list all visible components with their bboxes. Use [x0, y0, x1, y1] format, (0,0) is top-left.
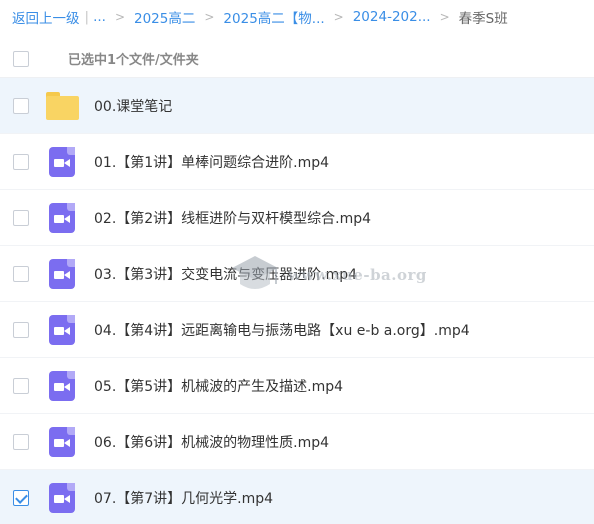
- breadcrumb-item[interactable]: 2024-202...: [353, 9, 431, 25]
- chevron-right-icon: >: [114, 10, 125, 24]
- breadcrumb-current: 春季S班: [458, 11, 508, 27]
- video-file-icon: [49, 203, 75, 233]
- file-list: 00.课堂笔记 01.【第1讲】单棒问题综合进阶.mp4 02.【第2讲】线框进…: [0, 78, 594, 524]
- row-checkbox-checked[interactable]: [13, 490, 29, 506]
- back-link[interactable]: 返回上一级: [12, 7, 80, 27]
- list-item[interactable]: 01.【第1讲】单棒问题综合进阶.mp4: [0, 134, 594, 190]
- folder-icon: [46, 92, 79, 120]
- selection-status: 已选中1个文件/文件夹: [68, 53, 199, 68]
- video-file-icon: [49, 147, 75, 177]
- row-checkbox[interactable]: [13, 434, 29, 450]
- video-file-icon: [49, 483, 75, 513]
- chevron-right-icon: >: [439, 10, 450, 24]
- file-name[interactable]: 02.【第2讲】线框进阶与双杆模型综合.mp4: [94, 208, 371, 228]
- list-item-folder[interactable]: 00.课堂笔记: [0, 78, 594, 134]
- breadcrumb-item[interactable]: 2025高二: [134, 7, 195, 27]
- video-file-icon: [49, 259, 75, 289]
- breadcrumb-item[interactable]: 2025高二【物...: [223, 7, 324, 27]
- list-item[interactable]: 03.【第3讲】交变电流与变压器进阶.mp4: [0, 246, 594, 302]
- breadcrumb-ellipsis[interactable]: ...: [93, 9, 106, 25]
- row-checkbox[interactable]: [13, 266, 29, 282]
- video-file-icon: [49, 315, 75, 345]
- file-name[interactable]: 01.【第1讲】单棒问题综合进阶.mp4: [94, 152, 329, 172]
- file-name[interactable]: 06.【第6讲】机械波的物理性质.mp4: [94, 432, 329, 452]
- breadcrumb: 返回上一级 | ... > 2025高二 > 2025高二【物... > 202…: [0, 0, 594, 34]
- file-name[interactable]: 04.【第4讲】远距离输电与振荡电路【xu e-b a.org】.mp4: [94, 320, 470, 340]
- row-checkbox[interactable]: [13, 210, 29, 226]
- select-all-checkbox[interactable]: [13, 51, 29, 67]
- chevron-right-icon: >: [333, 10, 344, 24]
- row-checkbox[interactable]: [13, 378, 29, 394]
- file-name[interactable]: 05.【第5讲】机械波的产生及描述.mp4: [94, 376, 343, 396]
- list-item[interactable]: 05.【第5讲】机械波的产生及描述.mp4: [0, 358, 594, 414]
- row-checkbox[interactable]: [13, 98, 29, 114]
- file-name[interactable]: 00.课堂笔记: [94, 96, 172, 116]
- video-file-icon: [49, 427, 75, 457]
- list-item-selected[interactable]: 07.【第7讲】几何光学.mp4: [0, 470, 594, 524]
- file-name[interactable]: 03.【第3讲】交变电流与变压器进阶.mp4: [94, 264, 357, 284]
- list-item[interactable]: 04.【第4讲】远距离输电与振荡电路【xu e-b a.org】.mp4: [0, 302, 594, 358]
- file-name[interactable]: 07.【第7讲】几何光学.mp4: [94, 488, 273, 508]
- list-header: 已选中1个文件/文件夹: [0, 40, 594, 78]
- list-item[interactable]: 06.【第6讲】机械波的物理性质.mp4: [0, 414, 594, 470]
- list-item[interactable]: 02.【第2讲】线框进阶与双杆模型综合.mp4: [0, 190, 594, 246]
- row-checkbox[interactable]: [13, 154, 29, 170]
- breadcrumb-divider: |: [84, 9, 90, 25]
- chevron-right-icon: >: [204, 10, 215, 24]
- row-checkbox[interactable]: [13, 322, 29, 338]
- video-file-icon: [49, 371, 75, 401]
